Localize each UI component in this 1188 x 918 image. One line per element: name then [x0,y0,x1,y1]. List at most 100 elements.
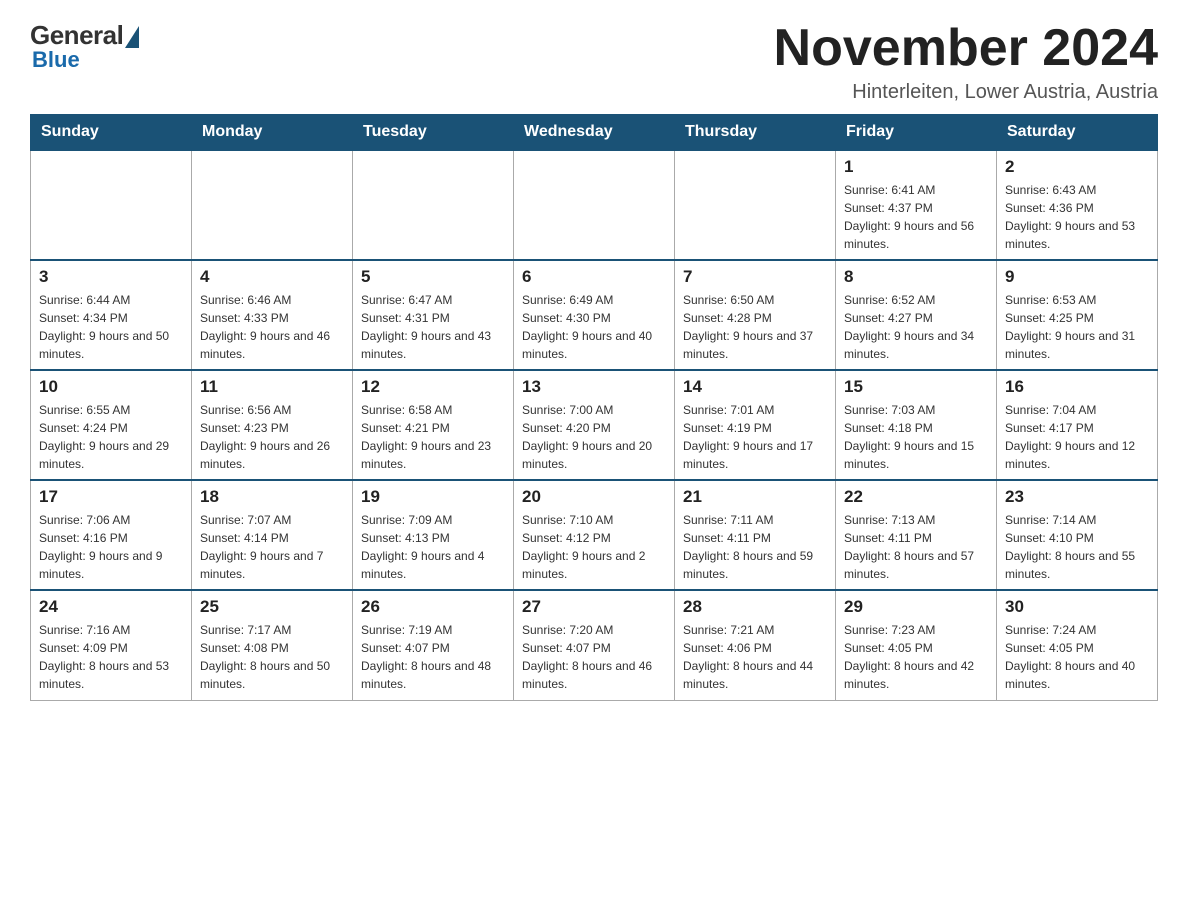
table-cell [31,150,192,260]
header-friday: Friday [836,115,997,151]
week-row-0: 1Sunrise: 6:41 AM Sunset: 4:37 PM Daylig… [31,150,1158,260]
day-info: Sunrise: 7:06 AM Sunset: 4:16 PM Dayligh… [39,511,183,583]
day-number: 30 [1005,597,1149,617]
day-info: Sunrise: 6:44 AM Sunset: 4:34 PM Dayligh… [39,291,183,363]
day-number: 8 [844,267,988,287]
table-cell: 19 Sunrise: 7:09 AM Sunset: 4:13 PM Dayli… [353,480,514,590]
table-cell: 5 Sunrise: 6:47 AM Sunset: 4:31 PM Daylig… [353,260,514,370]
day-number: 27 [522,597,666,617]
logo: General Blue [30,20,139,73]
day-info: Sunrise: 6:43 AM Sunset: 4:36 PM Dayligh… [1005,181,1149,253]
table-cell: 14 Sunrise: 7:01 AM Sunset: 4:19 PM Dayli… [675,370,836,480]
day-info: Sunrise: 7:20 AM Sunset: 4:07 PM Dayligh… [522,621,666,693]
day-number: 17 [39,487,183,507]
day-number: 13 [522,377,666,397]
header-monday: Monday [192,115,353,151]
day-info: Sunrise: 6:52 AM Sunset: 4:27 PM Dayligh… [844,291,988,363]
table-cell: 17 Sunrise: 7:06 AM Sunset: 4:16 PM Dayli… [31,480,192,590]
day-info: Sunrise: 6:53 AM Sunset: 4:25 PM Dayligh… [1005,291,1149,363]
table-cell: 16 Sunrise: 7:04 AM Sunset: 4:17 PM Dayli… [997,370,1158,480]
day-number: 5 [361,267,505,287]
table-cell: 29 Sunrise: 7:23 AM Sunset: 4:05 PM Dayli… [836,590,997,700]
day-number: 25 [200,597,344,617]
day-number: 24 [39,597,183,617]
location-text: Hinterleiten, Lower Austria, Austria [774,81,1158,104]
day-number: 9 [1005,267,1149,287]
table-cell: 3Sunrise: 6:44 AM Sunset: 4:34 PM Daylig… [31,260,192,370]
day-number: 29 [844,597,988,617]
logo-blue-text: Blue [32,47,80,73]
week-row-2: 10Sunrise: 6:55 AM Sunset: 4:24 PM Dayli… [31,370,1158,480]
day-info: Sunrise: 7:10 AM Sunset: 4:12 PM Dayligh… [522,511,666,583]
table-cell: 2 Sunrise: 6:43 AM Sunset: 4:36 PM Daylig… [997,150,1158,260]
table-cell: 6 Sunrise: 6:49 AM Sunset: 4:30 PM Daylig… [514,260,675,370]
day-number: 19 [361,487,505,507]
day-number: 20 [522,487,666,507]
table-cell: 13 Sunrise: 7:00 AM Sunset: 4:20 PM Dayli… [514,370,675,480]
weekday-header-row: Sunday Monday Tuesday Wednesday Thursday… [31,115,1158,151]
day-number: 7 [683,267,827,287]
day-info: Sunrise: 7:19 AM Sunset: 4:07 PM Dayligh… [361,621,505,693]
day-number: 14 [683,377,827,397]
table-cell: 4Sunrise: 6:46 AM Sunset: 4:33 PM Daylig… [192,260,353,370]
day-number: 16 [1005,377,1149,397]
header-wednesday: Wednesday [514,115,675,151]
table-cell: 22Sunrise: 7:13 AM Sunset: 4:11 PM Dayli… [836,480,997,590]
table-cell [353,150,514,260]
table-cell: 25 Sunrise: 7:17 AM Sunset: 4:08 PM Dayli… [192,590,353,700]
day-number: 10 [39,377,183,397]
day-info: Sunrise: 7:14 AM Sunset: 4:10 PM Dayligh… [1005,511,1149,583]
table-cell: 12Sunrise: 6:58 AM Sunset: 4:21 PM Dayli… [353,370,514,480]
day-number: 18 [200,487,344,507]
day-number: 28 [683,597,827,617]
month-title: November 2024 [774,20,1158,77]
day-number: 11 [200,377,344,397]
table-cell: 9 Sunrise: 6:53 AM Sunset: 4:25 PM Daylig… [997,260,1158,370]
table-cell [675,150,836,260]
day-info: Sunrise: 7:00 AM Sunset: 4:20 PM Dayligh… [522,401,666,473]
table-cell: 23Sunrise: 7:14 AM Sunset: 4:10 PM Dayli… [997,480,1158,590]
day-number: 26 [361,597,505,617]
week-row-3: 17 Sunrise: 7:06 AM Sunset: 4:16 PM Dayli… [31,480,1158,590]
table-cell: 24 Sunrise: 7:16 AM Sunset: 4:09 PM Dayli… [31,590,192,700]
logo-triangle-icon [125,26,139,48]
table-cell: 20 Sunrise: 7:10 AM Sunset: 4:12 PM Dayli… [514,480,675,590]
day-info: Sunrise: 6:58 AM Sunset: 4:21 PM Dayligh… [361,401,505,473]
day-number: 4 [200,267,344,287]
table-cell: 15Sunrise: 7:03 AM Sunset: 4:18 PM Dayli… [836,370,997,480]
table-cell: 27 Sunrise: 7:20 AM Sunset: 4:07 PM Dayli… [514,590,675,700]
table-cell: 8 Sunrise: 6:52 AM Sunset: 4:27 PM Daylig… [836,260,997,370]
table-cell [192,150,353,260]
day-number: 1 [844,157,988,177]
table-cell: 28 Sunrise: 7:21 AM Sunset: 4:06 PM Dayli… [675,590,836,700]
day-info: Sunrise: 7:21 AM Sunset: 4:06 PM Dayligh… [683,621,827,693]
day-info: Sunrise: 6:49 AM Sunset: 4:30 PM Dayligh… [522,291,666,363]
calendar-table: Sunday Monday Tuesday Wednesday Thursday… [30,114,1158,701]
table-cell: 10Sunrise: 6:55 AM Sunset: 4:24 PM Dayli… [31,370,192,480]
day-info: Sunrise: 7:09 AM Sunset: 4:13 PM Dayligh… [361,511,505,583]
day-info: Sunrise: 6:47 AM Sunset: 4:31 PM Dayligh… [361,291,505,363]
day-number: 21 [683,487,827,507]
day-number: 6 [522,267,666,287]
day-info: Sunrise: 7:16 AM Sunset: 4:09 PM Dayligh… [39,621,183,693]
table-cell: 1Sunrise: 6:41 AM Sunset: 4:37 PM Daylig… [836,150,997,260]
day-info: Sunrise: 7:04 AM Sunset: 4:17 PM Dayligh… [1005,401,1149,473]
week-row-4: 24 Sunrise: 7:16 AM Sunset: 4:09 PM Dayli… [31,590,1158,700]
day-number: 15 [844,377,988,397]
table-cell: 26 Sunrise: 7:19 AM Sunset: 4:07 PM Dayli… [353,590,514,700]
week-row-1: 3Sunrise: 6:44 AM Sunset: 4:34 PM Daylig… [31,260,1158,370]
day-info: Sunrise: 7:01 AM Sunset: 4:19 PM Dayligh… [683,401,827,473]
table-cell: 11 Sunrise: 6:56 AM Sunset: 4:23 PM Dayli… [192,370,353,480]
header-sunday: Sunday [31,115,192,151]
header-tuesday: Tuesday [353,115,514,151]
table-cell: 21Sunrise: 7:11 AM Sunset: 4:11 PM Dayli… [675,480,836,590]
day-number: 22 [844,487,988,507]
day-info: Sunrise: 7:24 AM Sunset: 4:05 PM Dayligh… [1005,621,1149,693]
day-info: Sunrise: 7:17 AM Sunset: 4:08 PM Dayligh… [200,621,344,693]
day-number: 2 [1005,157,1149,177]
table-cell: 7Sunrise: 6:50 AM Sunset: 4:28 PM Daylig… [675,260,836,370]
day-info: Sunrise: 6:56 AM Sunset: 4:23 PM Dayligh… [200,401,344,473]
day-info: Sunrise: 7:07 AM Sunset: 4:14 PM Dayligh… [200,511,344,583]
day-info: Sunrise: 7:23 AM Sunset: 4:05 PM Dayligh… [844,621,988,693]
title-area: November 2024 Hinterleiten, Lower Austri… [774,20,1158,104]
